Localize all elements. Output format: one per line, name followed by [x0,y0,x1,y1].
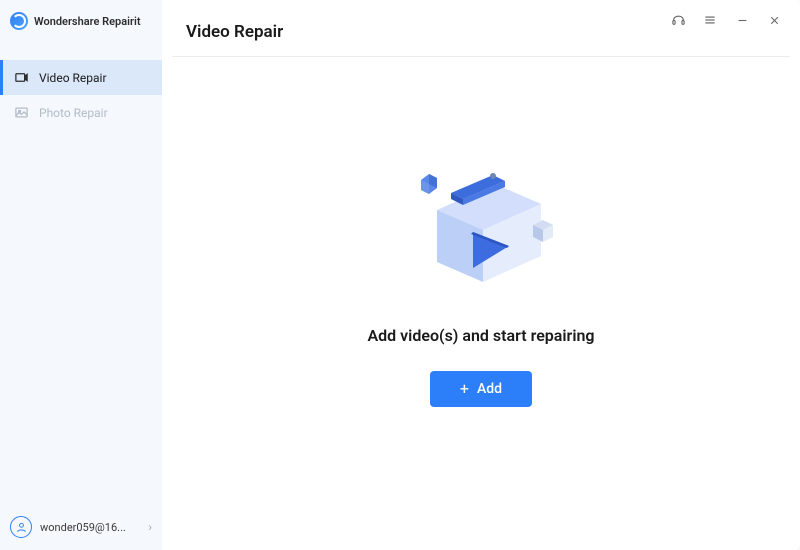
plus-icon: + [460,381,469,397]
chevron-right-icon: › [148,520,152,534]
minimize-icon[interactable] [734,12,750,28]
video-illustration [401,160,561,300]
add-button[interactable]: + Add [430,371,532,407]
user-name: wonder059@16... [40,521,140,534]
app-name: Wondershare Repairit [34,15,141,28]
close-icon[interactable] [766,12,782,28]
app-brand: Wondershare Repairit [0,0,162,42]
app-window: Wondershare Repairit Video Repair [0,0,800,550]
content-area: Add video(s) and start repairing + Add [162,57,800,550]
menu-icon[interactable] [702,12,718,28]
main-header: Video Repair [162,0,800,56]
video-repair-icon [14,70,29,85]
sidebar: Wondershare Repairit Video Repair [0,0,162,550]
sidebar-item-label: Photo Repair [39,106,108,120]
sidebar-item-photo-repair[interactable]: Photo Repair [0,95,162,130]
support-icon[interactable] [670,12,686,28]
app-logo-icon [10,12,28,30]
nav-list: Video Repair Photo Repair [0,60,162,130]
avatar-icon [10,516,32,538]
add-button-label: Add [477,381,502,397]
main-panel: Video Repair [162,0,800,550]
prompt-text: Add video(s) and start repairing [367,326,594,345]
window-controls [670,12,782,28]
photo-repair-icon [14,105,29,120]
sidebar-item-label: Video Repair [39,71,107,85]
user-account-bar[interactable]: wonder059@16... › [10,516,152,538]
sidebar-item-video-repair[interactable]: Video Repair [0,60,162,95]
